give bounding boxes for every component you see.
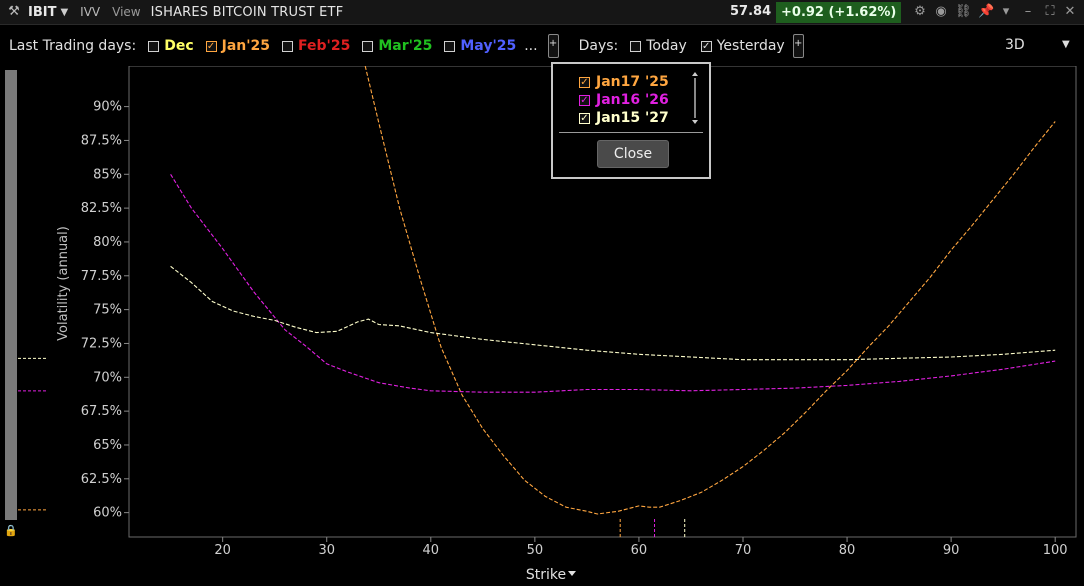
mode-selector[interactable]: 3D — [1005, 37, 1025, 53]
checkbox-yesterday[interactable]: ✓ — [700, 40, 712, 52]
x-tick-label: 50 — [527, 543, 544, 558]
checkbox-may25[interactable] — [444, 40, 456, 52]
day-option-yesterday[interactable]: ✓ Yesterday — [700, 38, 785, 54]
checkbox-feb25[interactable] — [282, 40, 294, 52]
x-axis-label[interactable]: Strike — [526, 567, 566, 583]
y-tick-label: 75% — [93, 303, 122, 318]
y-axis-label: Volatility (annual) — [56, 226, 71, 341]
view-menu[interactable]: View — [112, 5, 140, 19]
close-icon[interactable]: ✕ — [1062, 4, 1078, 19]
month-label: Dec — [164, 38, 194, 54]
checkbox-expiration[interactable]: ✓ — [579, 112, 590, 124]
series-line[interactable] — [170, 174, 1056, 393]
month-label: Mar'25 — [378, 38, 433, 54]
series-line[interactable] — [170, 265, 1056, 361]
checkbox-expiration[interactable]: ✓ — [579, 76, 590, 88]
yesterday-label: Yesterday — [716, 38, 785, 54]
link-icon[interactable]: ⛓ — [955, 4, 972, 19]
expiration-option[interactable]: ✓ Jan16 '26 — [579, 92, 669, 108]
chevron-down-icon[interactable]: ▼ — [60, 7, 68, 18]
pin-icon[interactable]: 📌 — [978, 4, 994, 19]
month-label: Feb'25 — [298, 38, 351, 54]
expiration-label: Jan17 '25 — [596, 74, 669, 90]
record-icon[interactable]: ◉ — [933, 4, 949, 19]
maximize-icon[interactable]: ⛶ — [1042, 4, 1058, 19]
add-day-button[interactable]: + — [792, 34, 804, 58]
y-tick-label: 80% — [93, 235, 122, 250]
checkbox-mar25[interactable] — [362, 40, 374, 52]
checkbox-jan25[interactable]: ✓ — [205, 40, 217, 52]
days-label: Days: — [578, 38, 619, 54]
month-label: May'25 — [460, 38, 517, 54]
volatility-chart[interactable]: 90% 87.5% 85% 82.5% 80% 77.5% 75% 72.5% 70% 67.5%… — [0, 66, 1084, 586]
y-tick-label: 87.5% — [81, 133, 122, 148]
month-option-dec[interactable]: Dec — [148, 38, 194, 54]
y-tick-label: 90% — [93, 100, 122, 115]
chevron-down-icon[interactable] — [568, 571, 576, 576]
window-titlebar: ⚒ IBIT ▼ IVV View ISHARES BITCOIN TRUST … — [0, 0, 1084, 25]
x-tick-label: 80 — [839, 543, 856, 558]
x-tick-label: 100 — [1043, 543, 1068, 558]
month-option-feb25[interactable]: Feb'25 — [282, 38, 350, 54]
popup-divider — [559, 132, 703, 133]
month-option-may25[interactable]: May'25 — [444, 38, 516, 54]
x-tick-label: 90 — [943, 543, 960, 558]
y-tick-label: 60% — [93, 506, 122, 521]
x-tick-label: 30 — [318, 543, 335, 558]
x-tick-label: 40 — [423, 543, 440, 558]
checkbox-dec[interactable] — [148, 40, 160, 52]
minimize-icon[interactable]: – — [1020, 4, 1036, 19]
chevron-down-icon[interactable]: ▾ — [998, 4, 1014, 19]
symbol-selector[interactable]: IBIT — [28, 5, 56, 20]
expiration-label: Jan15 '27 — [596, 110, 669, 126]
more-months[interactable]: ... — [524, 38, 537, 54]
chevron-down-icon[interactable]: ▼ — [1062, 39, 1070, 50]
month-label: Jan'25 — [221, 38, 271, 54]
trading-days-label: Last Trading days: — [9, 38, 137, 54]
y-tick-label: 62.5% — [81, 472, 122, 487]
popup-scrollbar[interactable] — [692, 72, 698, 124]
vertical-scrollbar[interactable] — [5, 70, 17, 520]
month-option-jan25[interactable]: ✓ Jan'25 — [205, 38, 271, 54]
y-tick-label: 77.5% — [81, 269, 122, 284]
app-logo-icon[interactable]: ⚒ — [6, 4, 22, 20]
chart-toolbar: Last Trading days: Dec ✓ Jan'25 Feb'25 M… — [0, 26, 1084, 66]
y-tick-label: 85% — [93, 167, 122, 182]
compare-symbol[interactable]: IVV — [80, 5, 100, 19]
y-tick-label: 82.5% — [81, 201, 122, 216]
y-tick-label: 70% — [93, 370, 122, 385]
close-button[interactable]: Close — [597, 140, 669, 168]
x-tick-label: 60 — [631, 543, 648, 558]
day-option-today[interactable]: Today — [630, 38, 687, 54]
lock-icon[interactable]: 🔒 — [4, 524, 18, 537]
last-price: 57.84 — [730, 4, 772, 19]
x-tick-label: 20 — [214, 543, 231, 558]
x-tick-label: 70 — [735, 543, 752, 558]
expiration-label: Jan16 '26 — [596, 92, 669, 108]
y-tick-label: 72.5% — [81, 336, 122, 351]
y-tick-label: 65% — [93, 438, 122, 453]
y-tick-label: 67.5% — [81, 404, 122, 419]
expiration-option[interactable]: ✓ Jan17 '25 — [579, 74, 669, 90]
add-month-button[interactable]: + — [547, 34, 559, 58]
expiration-popup: ✓ Jan17 '25 ✓ Jan16 '26 ✓ Jan15 '27 Clos… — [551, 62, 711, 179]
security-name: ISHARES BITCOIN TRUST ETF — [150, 4, 344, 20]
checkbox-expiration[interactable]: ✓ — [579, 94, 590, 106]
gear-icon[interactable]: ⚙ — [912, 4, 928, 19]
price-change-badge: +0.92 (+1.62%) — [776, 2, 902, 23]
month-option-mar25[interactable]: Mar'25 — [362, 38, 432, 54]
today-label: Today — [646, 38, 687, 54]
checkbox-today[interactable] — [630, 40, 642, 52]
expiration-option[interactable]: ✓ Jan15 '27 — [579, 110, 669, 126]
